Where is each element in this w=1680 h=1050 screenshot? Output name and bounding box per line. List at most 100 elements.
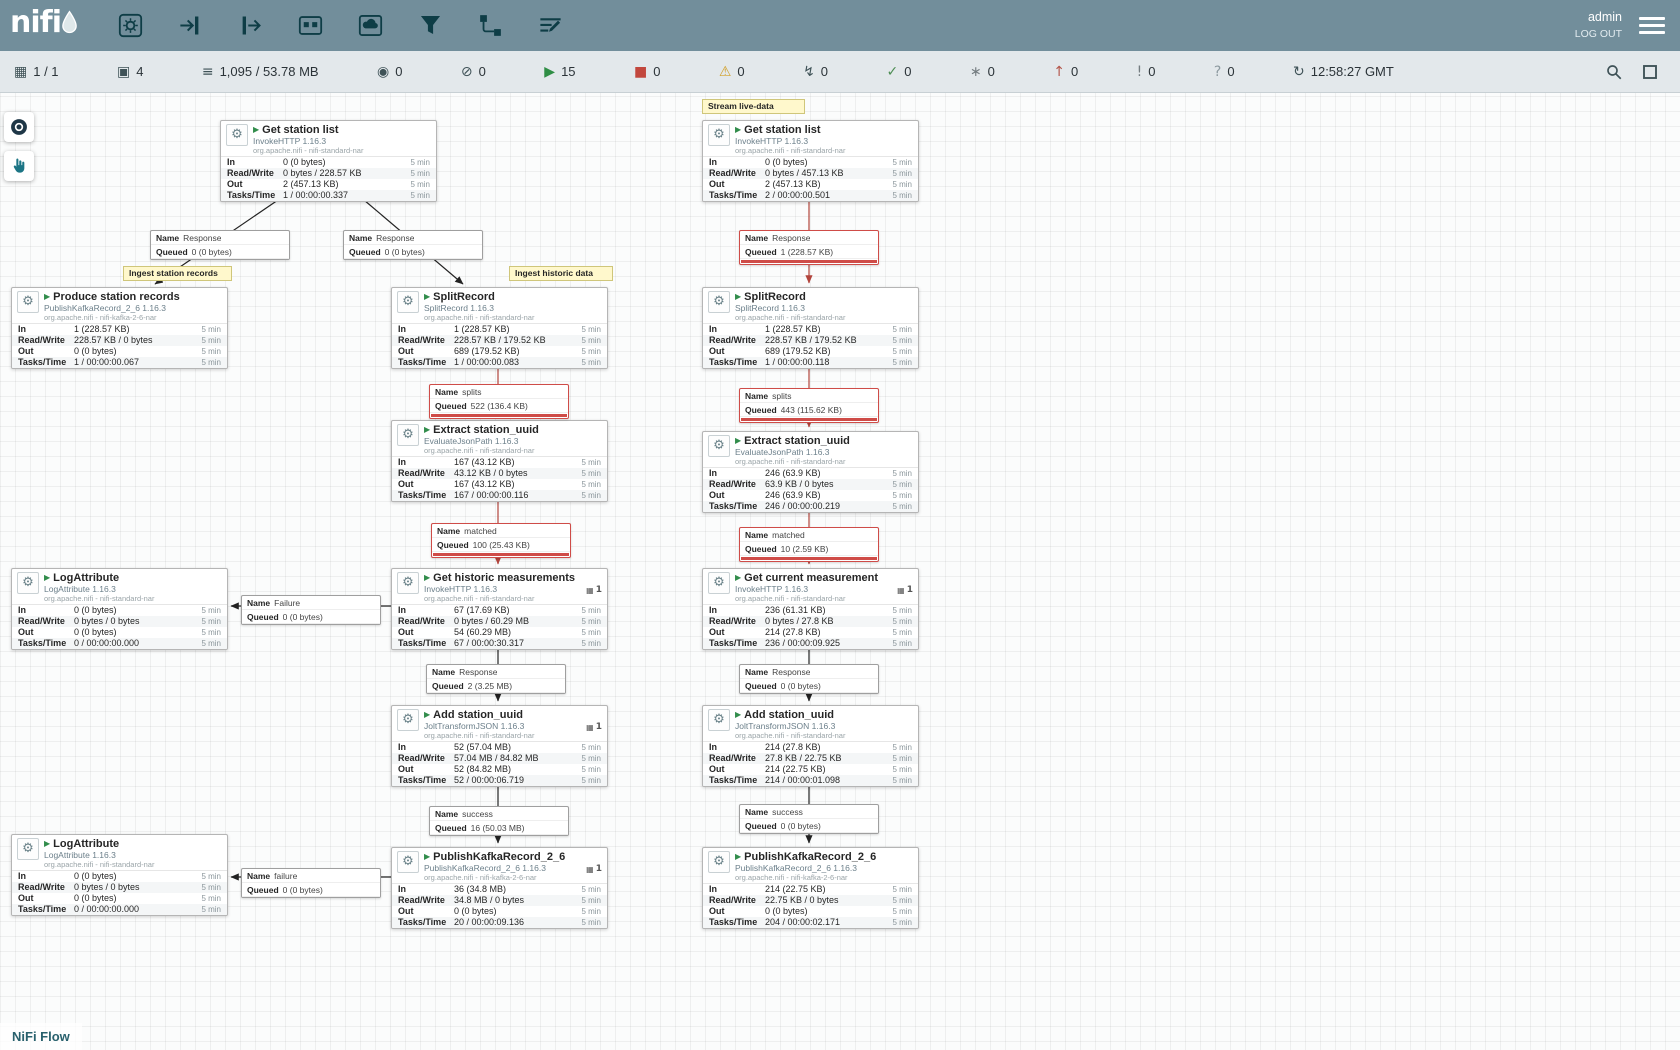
processor-name: Add station_uuid bbox=[433, 709, 523, 721]
stat-row-read-write: Read/Write22.75 KB / 0 bytes5 min bbox=[703, 895, 918, 906]
stat-value: 54 (60.29 MB) bbox=[454, 627, 577, 638]
stat-row-tasks-time: Tasks/Time1 / 00:00:00.0835 min bbox=[392, 357, 607, 368]
funnel-tool-button[interactable] bbox=[415, 10, 447, 42]
stat-value: 167 (43.12 KB) bbox=[454, 479, 577, 490]
global-menu-button[interactable] bbox=[1639, 17, 1665, 34]
connection-label[interactable]: Name success Queued 0 (0 bytes) bbox=[739, 804, 879, 834]
processor-header: ⚙ ▶ PublishKafkaRecord_2_6 PublishKafkaR… bbox=[392, 848, 607, 883]
connection-name-row: Name success bbox=[740, 805, 878, 819]
stat-row-read-write: Read/Write27.8 KB / 22.75 KB5 min bbox=[703, 753, 918, 764]
connection-label[interactable]: Name Response Queued 0 (0 bytes) bbox=[739, 664, 879, 694]
stat-row-out: Out0 (0 bytes)5 min bbox=[703, 906, 918, 917]
stat-row-out: Out689 (179.52 KB)5 min bbox=[703, 346, 918, 357]
status-value: 0 bbox=[479, 64, 486, 79]
connection-label[interactable]: Name splits Queued 443 (115.62 KB) bbox=[739, 388, 879, 423]
output-port-tool-button[interactable] bbox=[235, 10, 267, 42]
search-button[interactable] bbox=[1602, 60, 1626, 84]
processor-node[interactable]: ⚙ ▶ Extract station_uuid EvaluateJsonPat… bbox=[702, 431, 919, 513]
connection-label[interactable]: Name matched Queued 10 (2.59 KB) bbox=[739, 527, 879, 562]
processor-header: ⚙ ▶ SplitRecord SplitRecord 1.16.3 org.a… bbox=[703, 288, 918, 323]
connection-label[interactable]: Name failure Queued 0 (0 bytes) bbox=[241, 868, 381, 898]
logout-link[interactable]: LOG OUT bbox=[1575, 27, 1622, 42]
connection-queued-value: 0 (0 bytes) bbox=[283, 885, 323, 895]
threads-icon: ▣ bbox=[117, 65, 130, 79]
processor-node[interactable]: ⚙ ▶ SplitRecord SplitRecord 1.16.3 org.a… bbox=[702, 287, 919, 369]
stat-window: 5 min bbox=[892, 490, 912, 501]
stat-value: 1 / 00:00:00.337 bbox=[283, 190, 406, 201]
connection-label[interactable]: Name success Queued 16 (50.03 MB) bbox=[429, 806, 569, 836]
input-port-tool-button[interactable] bbox=[175, 10, 207, 42]
stat-window: 5 min bbox=[581, 884, 601, 895]
run-status-icon: ▶ bbox=[735, 124, 741, 136]
processor-node[interactable]: ⚙ ▶ SplitRecord SplitRecord 1.16.3 org.a… bbox=[391, 287, 608, 369]
processor-type: PublishKafkaRecord_2_6 1.16.3 bbox=[44, 303, 222, 313]
breadcrumb[interactable]: NiFi Flow bbox=[0, 1023, 82, 1050]
processor-node[interactable]: ⚙ ▶ Get historic measurements InvokeHTTP… bbox=[391, 568, 608, 650]
processor-header: ⚙ ▶ LogAttribute LogAttribute 1.16.3 org… bbox=[12, 569, 227, 604]
stat-window: 5 min bbox=[892, 335, 912, 346]
remote-process-group-tool-button[interactable] bbox=[355, 10, 387, 42]
processor-node[interactable]: ⚙ ▶ Get station list InvokeHTTP 1.16.3 o… bbox=[702, 120, 919, 202]
processor-node[interactable]: ⚙ ▶ PublishKafkaRecord_2_6 PublishKafkaR… bbox=[391, 847, 608, 929]
connection-label[interactable]: Name splits Queued 522 (136.4 KB) bbox=[429, 384, 569, 419]
stat-window: 5 min bbox=[892, 884, 912, 895]
connection-label[interactable]: Name Response Queued 2 (3.25 MB) bbox=[426, 664, 566, 694]
processor-tool-button[interactable] bbox=[115, 10, 147, 42]
connection-label[interactable]: Name Response Queued 0 (0 bytes) bbox=[150, 230, 290, 260]
stat-window: 5 min bbox=[581, 775, 601, 786]
stat-row-tasks-time: Tasks/Time167 / 00:00:00.1165 min bbox=[392, 490, 607, 501]
processor-name: PublishKafkaRecord_2_6 bbox=[744, 851, 876, 863]
stat-window: 5 min bbox=[892, 742, 912, 753]
canvas-label[interactable]: Ingest station records bbox=[123, 266, 232, 281]
connection-name-value: splits bbox=[462, 387, 481, 397]
processor-node[interactable]: ⚙ ▶ Produce station records PublishKafka… bbox=[11, 287, 228, 369]
operate-palette-button[interactable] bbox=[4, 151, 34, 181]
backpressure-bar bbox=[433, 553, 569, 556]
processor-node[interactable]: ⚙ ▶ Get station list InvokeHTTP 1.16.3 o… bbox=[220, 120, 437, 202]
stat-label: Out bbox=[709, 179, 765, 190]
processor-node[interactable]: ⚙ ▶ PublishKafkaRecord_2_6 PublishKafkaR… bbox=[702, 847, 919, 929]
canvas-label[interactable]: Stream live-data bbox=[702, 99, 805, 114]
stat-value: 236 / 00:00:09.925 bbox=[765, 638, 888, 649]
refresh-icon[interactable]: ↻ bbox=[1293, 65, 1305, 79]
connection-queued-value: 16 (50.03 MB) bbox=[471, 823, 525, 833]
processor-node[interactable]: ⚙ ▶ LogAttribute LogAttribute 1.16.3 org… bbox=[11, 834, 228, 916]
connection-queued-key: Queued bbox=[349, 247, 381, 257]
processor-node[interactable]: ⚙ ▶ LogAttribute LogAttribute 1.16.3 org… bbox=[11, 568, 228, 650]
status-disabled: ↯0 bbox=[803, 64, 828, 79]
processor-bundle: org.apache.nifi - nifi-standard-nar bbox=[424, 594, 602, 603]
template-tool-button[interactable] bbox=[475, 10, 507, 42]
process-group-tool-button[interactable] bbox=[295, 10, 327, 42]
sync-failure-icon: ? bbox=[1214, 65, 1221, 79]
label-tool-button[interactable] bbox=[535, 10, 567, 42]
flow-node-layer: ⚙ ▶ Get station list InvokeHTTP 1.16.3 o… bbox=[0, 0, 1680, 1050]
stat-value: 689 (179.52 KB) bbox=[454, 346, 577, 357]
canvas-label[interactable]: Ingest historic data bbox=[509, 266, 613, 281]
stat-window: 5 min bbox=[201, 357, 221, 368]
stat-value: 1 / 00:00:00.118 bbox=[765, 357, 888, 368]
connection-label[interactable]: Name Response Queued 0 (0 bytes) bbox=[343, 230, 483, 260]
processor-bundle: org.apache.nifi - nifi-kafka-2-6-nar bbox=[44, 313, 222, 322]
processor-header: ⚙ ▶ Extract station_uuid EvaluateJsonPat… bbox=[703, 432, 918, 467]
processor-node[interactable]: ⚙ ▶ Add station_uuid JoltTransformJSON 1… bbox=[391, 705, 608, 787]
stat-window: 5 min bbox=[892, 190, 912, 201]
panel-toggle-button[interactable] bbox=[1638, 60, 1662, 84]
connection-label[interactable]: Name Response Queued 1 (228.57 KB) bbox=[739, 230, 879, 265]
connection-label[interactable]: Name matched Queued 100 (25.43 KB) bbox=[431, 523, 571, 558]
stat-row-read-write: Read/Write228.57 KB / 179.52 KB5 min bbox=[392, 335, 607, 346]
square-icon bbox=[1641, 63, 1659, 81]
running-icon: ▶ bbox=[544, 65, 555, 79]
stat-label: Tasks/Time bbox=[709, 501, 765, 512]
status-value: 15 bbox=[561, 64, 575, 79]
stat-label: Read/Write bbox=[398, 616, 454, 627]
stat-label: Out bbox=[398, 346, 454, 357]
connection-label[interactable]: Name Failure Queued 0 (0 bytes) bbox=[241, 595, 381, 625]
stat-window: 5 min bbox=[892, 605, 912, 616]
processor-node[interactable]: ⚙ ▶ Add station_uuid JoltTransformJSON 1… bbox=[702, 705, 919, 787]
navigate-palette-button[interactable] bbox=[4, 112, 34, 142]
processor-node[interactable]: ⚙ ▶ Get current measurement InvokeHTTP 1… bbox=[702, 568, 919, 650]
processor-node[interactable]: ⚙ ▶ Extract station_uuid EvaluateJsonPat… bbox=[391, 420, 608, 502]
stat-row-in: In1 (228.57 KB)5 min bbox=[12, 324, 227, 335]
stat-value: 2 (457.13 KB) bbox=[283, 179, 406, 190]
connection-name-value: success bbox=[462, 809, 493, 819]
